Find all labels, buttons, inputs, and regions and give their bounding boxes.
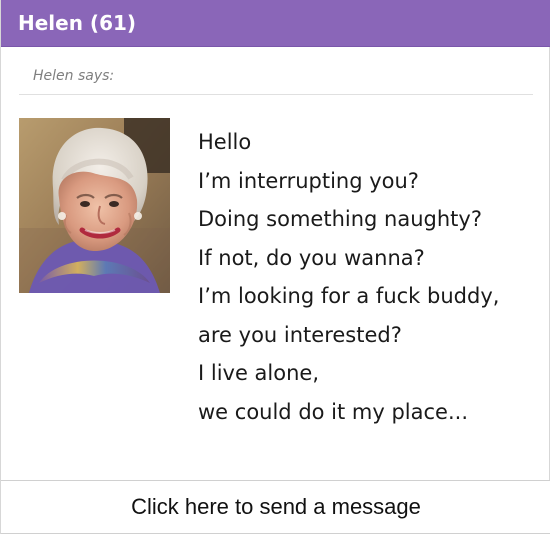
send-message-label: Click here to send a message — [131, 494, 421, 519]
message-line: Hello — [198, 130, 252, 154]
sender-row: Helen says: — [19, 61, 533, 95]
header-title: Helen (61) — [18, 11, 137, 35]
message-line: are you interested? — [198, 322, 402, 347]
chat-header: Helen (61) — [1, 0, 550, 47]
sender-says-label: Helen says: — [33, 68, 115, 84]
message-line: we could do it my place... — [198, 399, 468, 424]
send-message-button[interactable]: Click here to send a message — [1, 480, 550, 534]
avatar — [19, 118, 170, 293]
message-line: I’m looking for a fuck buddy, — [198, 284, 500, 308]
message-text: Hello I’m interrupting you? Doing someth… — [198, 129, 534, 437]
message-line: I live alone, — [198, 361, 320, 385]
message-line: I’m interrupting you? — [198, 168, 419, 193]
chat-card: Helen (61) Helen says: Hello I’m interru… — [0, 0, 550, 534]
message-line: Doing something naughty? — [198, 207, 482, 231]
message-line: If not, do you wanna? — [198, 245, 425, 270]
